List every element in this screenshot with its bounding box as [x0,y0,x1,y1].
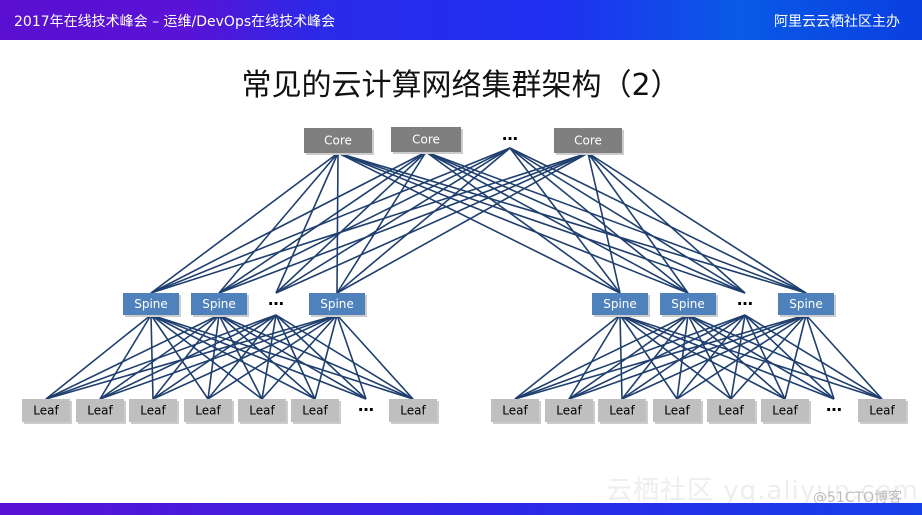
spine-leaf-link [150,314,154,400]
leaf-switch-label: Leaf [772,404,798,418]
leaf-switch-label: Leaf [87,404,113,418]
spine-switch-label: Spine [671,297,705,311]
spine-switch-label: Spine [789,297,823,311]
leaf-switch-label: Leaf [140,404,166,418]
leaf-switch-label: Leaf [869,404,895,418]
leaf-switch[interactable]: Leaf [184,399,234,424]
spine-switch-label: Spine [320,297,354,311]
core-switch-label: Core [324,134,352,148]
network-diagram: Core Core … Core Spine Spine … Spine Spine Spine …… [22,125,908,424]
ellipsis: … [268,290,284,309]
leaf-switch-label: Leaf [195,404,221,418]
leaf-switch[interactable]: Leaf [22,399,72,424]
core-switch[interactable]: Core [391,127,463,154]
leaf-switch-label: Leaf [502,404,528,418]
core-spine-link [425,151,689,294]
core-spine-link [337,152,807,294]
core-spine-link [587,152,746,294]
spine-switch-label: Spine [202,297,236,311]
leaf-switch[interactable]: Leaf [761,399,811,424]
leaf-switch-label: Leaf [33,404,59,418]
leaf-switch-label: Leaf [609,404,635,418]
leaf-switch[interactable]: Leaf [858,399,908,424]
leaf-switch[interactable]: Leaf [491,399,541,424]
ellipsis: … [737,290,753,309]
ellipsis: … [358,396,374,415]
leaf-switch-label: Leaf [718,404,744,418]
spine-switch[interactable]: Spine [660,293,718,317]
core-spine-link [337,152,689,294]
core-spine-link [336,152,339,294]
leaf-switch-label: Leaf [664,404,690,418]
core-switch-label: Core [412,133,440,147]
leaf-switch[interactable]: Leaf [76,399,126,424]
spine-switch[interactable]: Spine [592,293,650,317]
leaf-switch[interactable]: Leaf [598,399,648,424]
core-switch[interactable]: Core [554,128,624,155]
leaf-switch-label: Leaf [249,404,275,418]
core-spine-link [218,152,339,294]
leaf-switch[interactable]: Leaf [653,399,703,424]
spine-switch-label: Spine [134,297,168,311]
leaf-switch-label: Leaf [556,404,582,418]
core-switch-label: Core [574,134,602,148]
leaf-switch-label: Leaf [400,404,426,418]
spine-leaf-link [619,314,623,400]
spine-switch[interactable]: Spine [778,293,836,317]
footer-bar [0,503,922,515]
core-spine-link [425,151,807,294]
leaf-switch[interactable]: Leaf [291,399,341,424]
leaf-switch[interactable]: Leaf [545,399,595,424]
leaf-switch[interactable]: Leaf [129,399,179,424]
links [45,147,883,400]
leaf-switch-label: Leaf [302,404,328,418]
core-spine-link [336,152,589,294]
leaf-switch[interactable]: Leaf [238,399,288,424]
ellipsis: … [826,396,842,415]
spine-switch[interactable]: Spine [191,293,249,317]
spine-switch[interactable]: Spine [123,293,181,317]
ellipsis: … [502,125,518,144]
leaf-switch[interactable]: Leaf [389,399,439,424]
leaf-switch[interactable]: Leaf [707,399,757,424]
spine-switch[interactable]: Spine [309,293,367,317]
spine-switch-label: Spine [603,297,637,311]
core-spine-link [275,152,339,294]
core-switch[interactable]: Core [304,128,374,155]
core-spine-link [150,151,427,294]
